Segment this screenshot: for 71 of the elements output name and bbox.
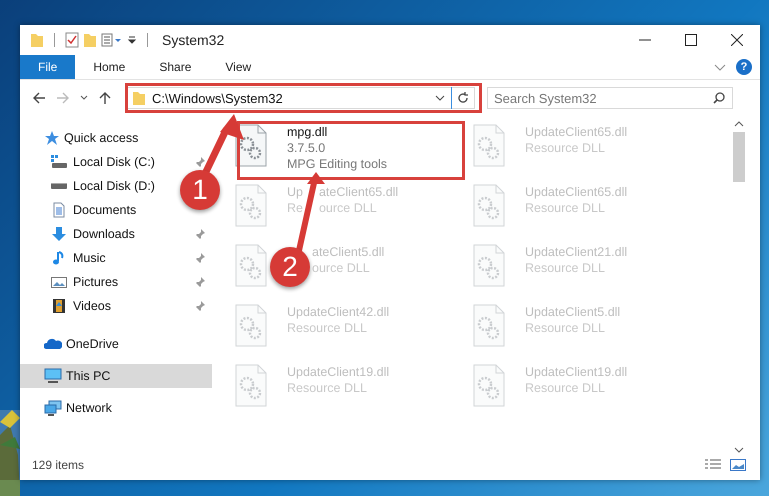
dll-file-icon — [234, 244, 268, 288]
up-arrow-icon[interactable] — [98, 91, 112, 105]
sidebar-item[interactable]: Local Disk (D:) — [20, 174, 178, 198]
dropdown-caret-icon — [435, 93, 445, 103]
file-version: 3.7.5.0 — [287, 140, 326, 156]
dll-file-icon — [472, 124, 506, 168]
folder-icon — [83, 32, 97, 48]
file-name: ateClient5.dll — [312, 244, 384, 260]
file-name: UpdateClient21.dll — [525, 244, 628, 260]
file-name: ateClient65.dll — [318, 184, 398, 200]
dll-file-icon — [234, 184, 268, 228]
dll-file-icon — [472, 364, 506, 408]
network-icon — [44, 400, 62, 416]
sidebar-item[interactable]: Downloads — [20, 222, 178, 246]
document-icon — [51, 202, 67, 218]
sidebar-item[interactable]: Local Disk (C:) — [20, 150, 178, 174]
sidebar-item[interactable]: Network — [20, 396, 212, 420]
file-name: UpdateClient5.dll — [525, 304, 620, 320]
sidebar-item[interactable]: Pictures — [20, 270, 178, 294]
window-title: System32 — [162, 32, 224, 48]
ribbon-tab[interactable]: File — [20, 55, 76, 79]
film-icon — [51, 298, 67, 314]
dll-file-icon — [472, 304, 506, 348]
file-name: UpdateClient19.dll — [287, 364, 390, 380]
sidebar-item[interactable]: Music — [20, 246, 178, 270]
dll-file-icon — [472, 184, 506, 228]
back-arrow-icon[interactable] — [32, 91, 46, 105]
drive-icon — [51, 183, 67, 189]
monitor-icon — [44, 368, 62, 384]
file-name: UpdateClient19.dll — [525, 364, 628, 380]
drive-icon — [51, 154, 67, 170]
sidebar-item[interactable]: Quick access — [20, 126, 212, 150]
file-name: mpg.dll — [287, 124, 328, 140]
dll-file-icon — [472, 244, 506, 288]
scrollbar-thumb[interactable] — [732, 132, 744, 182]
dll-file-icon — [234, 364, 268, 408]
folder-icon — [30, 32, 44, 48]
help-button[interactable]: ? — [736, 59, 752, 75]
sidebar-item[interactable]: This PC — [20, 364, 212, 388]
large-icons-view-icon[interactable] — [730, 458, 746, 472]
address-bar[interactable]: C:\Windows\System32 — [127, 87, 475, 109]
down-arrow-icon — [51, 226, 67, 242]
picture-icon — [51, 274, 67, 290]
view-menu-icon — [101, 32, 123, 48]
scroll-down-icon — [734, 446, 744, 454]
ribbon-tab[interactable]: Home — [77, 55, 142, 79]
dll-file-icon — [234, 304, 268, 348]
search-icon — [713, 92, 725, 104]
ribbon-tab[interactable]: View — [209, 55, 268, 79]
scroll-up-icon — [734, 120, 744, 128]
recent-caret-icon[interactable] — [80, 94, 88, 102]
scrollbar[interactable] — [731, 120, 746, 454]
properties-icon — [65, 32, 79, 48]
address-path: C:\Windows\System32 — [152, 90, 284, 106]
maximize-icon[interactable] — [685, 34, 697, 46]
close-icon[interactable] — [731, 34, 743, 46]
search-field[interactable]: Search System32 — [487, 87, 733, 109]
file-name: UpdateClient65.dll — [525, 124, 628, 140]
star-icon — [44, 130, 60, 146]
cloud-icon — [44, 336, 62, 352]
file-description: MPG Editing tools — [287, 156, 388, 172]
sidebar-item[interactable]: Videos — [20, 294, 178, 318]
sidebar-item[interactable]: OneDrive — [20, 332, 212, 356]
sidebar-item[interactable]: Documents — [20, 198, 178, 222]
ribbon-tab[interactable]: Share — [143, 55, 208, 79]
folder-icon — [132, 90, 146, 106]
file-name: UpdateClient65.dll — [525, 184, 628, 200]
refresh-icon[interactable] — [457, 92, 469, 104]
file-name: Up — [287, 184, 303, 200]
item-count: 129 items — [32, 458, 84, 472]
file-name: UpdateClient42.dll — [287, 304, 390, 320]
